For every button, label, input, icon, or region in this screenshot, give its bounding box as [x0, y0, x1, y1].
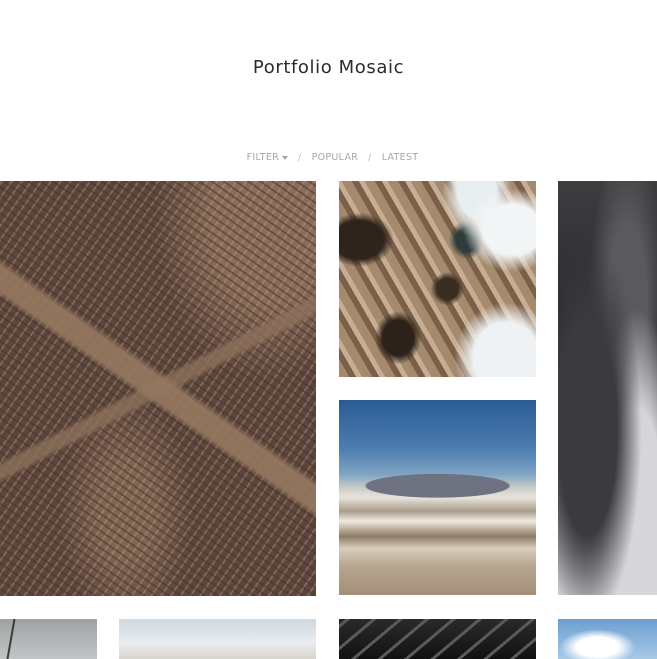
pale-sky-image[interactable] — [119, 619, 316, 659]
storm-cloud-image[interactable] — [558, 181, 657, 595]
filter-bar: FILTER / POPULAR / LATEST — [0, 152, 657, 163]
street-pole-image[interactable] — [0, 619, 97, 659]
aerial-city-image[interactable] — [0, 181, 316, 596]
separator: / — [298, 152, 302, 163]
filter-label: FILTER — [246, 152, 280, 163]
page-title: Portfolio Mosaic — [252, 57, 405, 78]
caret-down-icon — [282, 155, 289, 160]
latest-link[interactable]: LATEST — [382, 152, 419, 163]
blue-sky-cloud-image[interactable] — [558, 619, 657, 659]
separator: / — [368, 152, 372, 163]
icy-terrain-image[interactable] — [339, 181, 536, 377]
popular-link[interactable]: POPULAR — [312, 152, 359, 163]
steel-structure-image[interactable] — [339, 619, 536, 659]
filter-dropdown[interactable]: FILTER — [246, 152, 289, 163]
clouds-mountain-image[interactable] — [339, 400, 536, 595]
